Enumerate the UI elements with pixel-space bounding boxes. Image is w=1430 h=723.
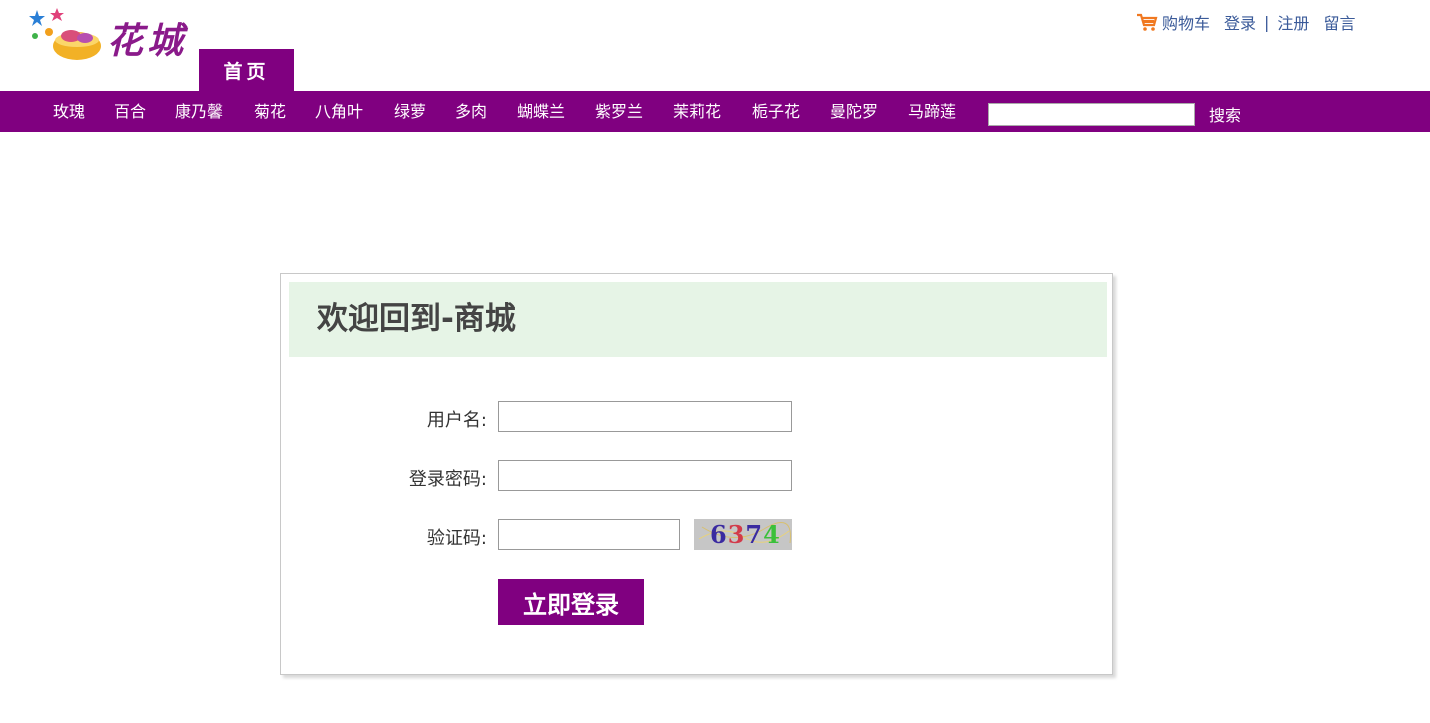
search-input[interactable] xyxy=(988,103,1195,126)
nav-item-violet[interactable]: 紫罗兰 xyxy=(595,91,643,132)
cart-icon[interactable] xyxy=(1136,12,1158,32)
link-separator: | xyxy=(1264,12,1270,32)
nav-item-calla-lily[interactable]: 马蹄莲 xyxy=(908,91,956,132)
username-label: 用户名: xyxy=(426,410,487,431)
nav-item-lily[interactable]: 百合 xyxy=(114,91,146,132)
password-label: 登录密码: xyxy=(408,469,487,490)
nav-item-jasmine[interactable]: 茉莉花 xyxy=(673,91,721,132)
message-link[interactable]: 留言 xyxy=(1323,10,1355,34)
captcha-image[interactable]: 6374 xyxy=(694,519,792,550)
logo-text: 花城 xyxy=(107,20,188,62)
login-panel-header: 欢迎回到-商城 xyxy=(289,282,1107,357)
nav-item-gardenia[interactable]: 栀子花 xyxy=(752,91,800,132)
nav-item-succulent[interactable]: 多肉 xyxy=(455,91,487,132)
captcha-label: 验证码: xyxy=(426,528,487,549)
login-title: 欢迎回到-商城 xyxy=(317,301,516,337)
nav-item-phalaenopsis[interactable]: 蝴蝶兰 xyxy=(517,91,565,132)
nav-item-octagonal-leaf[interactable]: 八角叶 xyxy=(315,91,363,132)
captcha-field[interactable] xyxy=(498,519,680,550)
cart-link[interactable]: 购物车 xyxy=(1162,10,1210,34)
top-links: 购物车 登录 | 注册 留言 xyxy=(1136,10,1355,34)
site-header: 花城 首页 购物车 登录 | 注册 留言 xyxy=(0,0,1430,91)
login-link[interactable]: 登录 xyxy=(1224,10,1256,34)
login-submit-button[interactable]: 立即登录 xyxy=(498,579,644,625)
register-link[interactable]: 注册 xyxy=(1277,10,1309,34)
nav-item-carnation[interactable]: 康乃馨 xyxy=(175,91,223,132)
captcha-text: 6374 xyxy=(710,520,781,549)
nav-item-rose[interactable]: 玫瑰 xyxy=(53,91,85,132)
password-field[interactable] xyxy=(498,460,792,491)
nav-item-chrysanthemum[interactable]: 菊花 xyxy=(254,91,286,132)
nav-item-datura[interactable]: 曼陀罗 xyxy=(830,91,878,132)
search-button[interactable]: 搜索 xyxy=(1209,103,1241,128)
username-field[interactable] xyxy=(498,401,792,432)
login-panel: 欢迎回到-商城 用户名: 登录密码: 验证码: 6374 立即登录 xyxy=(280,273,1113,675)
tab-home[interactable]: 首页 xyxy=(199,49,294,91)
site-logo[interactable]: 花城 xyxy=(27,6,197,68)
nav-item-pothos[interactable]: 绿萝 xyxy=(394,91,426,132)
